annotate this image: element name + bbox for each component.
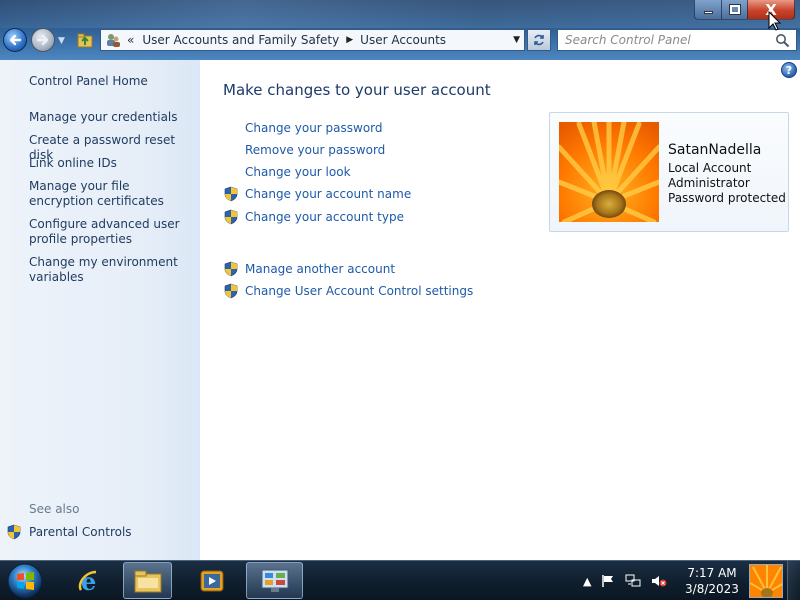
minimize-button[interactable] [694, 0, 722, 20]
refresh-icon [534, 34, 544, 46]
change-environment-variables-link[interactable]: Change my environment variables [29, 255, 194, 285]
parental-controls-link[interactable]: Parental Controls [6, 524, 132, 540]
maximize-icon [728, 4, 741, 15]
notification-area: ▲ [578, 561, 672, 600]
back-arrow-icon [9, 34, 22, 46]
manage-file-encryption-certificates-link[interactable]: Manage your file encryption certificates [29, 179, 194, 209]
network-icon[interactable] [625, 574, 641, 588]
show-hidden-icon[interactable]: ▲ [583, 575, 591, 588]
action-center-flag-icon[interactable] [601, 574, 615, 588]
address-dropdown-icon[interactable]: ▼ [513, 35, 520, 45]
change-look-link[interactable]: Change your look [245, 165, 351, 179]
svg-text:e: e [81, 567, 96, 596]
control-panel-home-link[interactable]: Control Panel Home [29, 74, 194, 89]
orange-flower-picture [559, 122, 659, 222]
address-bar[interactable]: « User Accounts and Family Safety ▶ User… [100, 29, 525, 51]
taskbar-user-picture[interactable] [749, 564, 783, 598]
left-navigation-pane: Control Panel Home Manage your credentia… [0, 60, 200, 560]
account-info-card: SatanNadella Local Account Administrator… [549, 112, 789, 232]
uac-shield-icon [224, 261, 238, 277]
taskbar-control-panel[interactable] [246, 562, 303, 599]
orange-flower-thumbnail [750, 565, 782, 597]
internet-explorer-icon: e [78, 567, 96, 596]
manage-credentials-link[interactable]: Manage your credentials [29, 110, 194, 125]
maximize-button[interactable] [721, 0, 748, 20]
search-icon[interactable] [775, 33, 790, 48]
uac-shield-icon [224, 283, 238, 299]
change-account-type-link[interactable]: Change your account type [245, 210, 404, 224]
account-type-label: Local Account [668, 161, 752, 175]
mouse-cursor-icon [768, 11, 782, 31]
forward-button[interactable] [31, 28, 55, 52]
uac-shield-icon [7, 524, 21, 540]
user-accounts-icon [107, 34, 120, 47]
help-button[interactable]: ? [781, 62, 797, 78]
remove-password-link[interactable]: Remove your password [245, 143, 385, 157]
taskbar: e ▲ 7:17 AM 3/8/2023 [0, 560, 800, 600]
account-password-status: Password protected [668, 191, 786, 205]
refresh-button[interactable] [527, 29, 551, 51]
taskbar-media-player[interactable] [190, 562, 234, 599]
account-role-label: Administrator [668, 176, 750, 190]
start-button[interactable] [5, 562, 45, 600]
explorer-folder-icon [134, 570, 161, 592]
help-icon: ? [785, 63, 793, 77]
volume-muted-icon[interactable] [651, 574, 667, 588]
uac-shield-icon [224, 209, 238, 225]
page-title: Make changes to your user account [223, 81, 491, 99]
change-password-link[interactable]: Change your password [245, 121, 383, 135]
up-folder-icon[interactable] [77, 32, 93, 48]
account-picture[interactable] [559, 122, 659, 222]
main-content-pane: ? Make changes to your user account Chan… [200, 60, 800, 560]
recent-pages-dropdown[interactable]: ▼ [58, 36, 65, 46]
control-panel-icon [261, 569, 288, 592]
uac-shield-icon [224, 186, 238, 202]
link-online-ids-link[interactable]: Link online IDs [29, 156, 194, 171]
clock-time: 7:17 AM [687, 566, 737, 580]
media-player-icon [200, 570, 224, 591]
show-desktop-button[interactable] [787, 561, 800, 600]
configure-advanced-profile-properties-link[interactable]: Configure advanced user profile properti… [29, 217, 194, 247]
taskbar-internet-explorer[interactable]: e [70, 562, 110, 599]
account-name: SatanNadella [668, 142, 762, 158]
taskbar-windows-explorer[interactable] [123, 562, 172, 599]
search-box[interactable] [557, 29, 797, 51]
minimize-icon [703, 11, 713, 14]
title-bar-glass [0, 0, 800, 28]
change-uac-settings-link[interactable]: Change User Account Control settings [245, 284, 473, 298]
parental-controls-label: Parental Controls [29, 525, 132, 539]
breadcrumb-user-accounts[interactable]: User Accounts [360, 33, 446, 47]
window-title-bar: X ▼ « User Accounts and Family Safety ▶ … [0, 0, 800, 60]
breadcrumb: « User Accounts and Family Safety ▶ User… [127, 33, 446, 47]
breadcrumb-separator-icon[interactable]: ▶ [346, 35, 353, 45]
forward-arrow-icon [36, 34, 49, 46]
search-input[interactable] [565, 33, 770, 47]
start-orb-icon [7, 563, 43, 599]
change-account-name-link[interactable]: Change your account name [245, 187, 411, 201]
manage-another-account-link[interactable]: Manage another account [245, 262, 395, 276]
system-clock[interactable]: 7:17 AM 3/8/2023 [684, 565, 740, 597]
breadcrumb-user-accounts-family-safety[interactable]: User Accounts and Family Safety [142, 33, 339, 47]
back-button[interactable] [3, 28, 27, 52]
clock-date: 3/8/2023 [685, 582, 739, 596]
breadcrumb-overflow-chevron[interactable]: « [127, 33, 134, 47]
see-also-heading: See also [29, 502, 80, 516]
